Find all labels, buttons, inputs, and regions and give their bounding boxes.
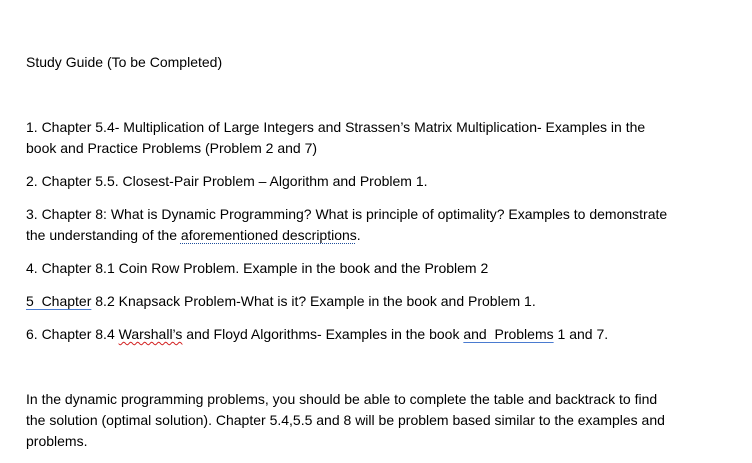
document-title: Study Guide (To be Completed) xyxy=(26,54,223,70)
list-item-3-line-2: the understanding of the aforementioned … xyxy=(26,225,736,246)
grammar-marked-text[interactable]: aforementioned descriptions xyxy=(181,227,357,243)
list-item-1-line-1: 1. Chapter 5.4- Multiplication of Large … xyxy=(26,119,646,135)
document-page: Study Guide (To be Completed) 1. Chapter… xyxy=(0,0,752,463)
spelling-marked-text[interactable]: Warshall’s xyxy=(119,326,183,342)
list-item-5: 5 Chapter 8.2 Knapsack Problem-What is i… xyxy=(26,291,736,312)
list-item-3-line-1: 3. Chapter 8: What is Dynamic Programmin… xyxy=(26,206,668,222)
list-item-2: 2. Chapter 5.5. Closest-Pair Problem – A… xyxy=(26,173,428,189)
list-item-4: 4. Chapter 8.1 Coin Row Problem. Example… xyxy=(26,260,489,276)
list-item-6-middle: and Floyd Algorithms- Examples in the bo… xyxy=(182,326,464,342)
closing-paragraph-line-2: the solution (optimal solution). Chapter… xyxy=(26,412,665,428)
list-item-6-prefix: 6. Chapter 8.4 xyxy=(26,326,119,342)
grammar-marked-text[interactable]: and Problems xyxy=(463,326,553,342)
list-item-1-line-2: book and Practice Problems (Problem 2 an… xyxy=(26,140,318,156)
closing-paragraph-line-1: In the dynamic programming problems, you… xyxy=(26,391,658,407)
list-item-5-rest: 8.2 Knapsack Problem-What is it? Example… xyxy=(91,293,536,309)
closing-paragraph-line-3: problems. xyxy=(26,433,88,449)
list-item-6-suffix: 1 and 7. xyxy=(553,326,609,342)
grammar-marked-text[interactable]: 5 Chapter xyxy=(26,293,91,309)
list-item-6: 6. Chapter 8.4 Warshall’s and Floyd Algo… xyxy=(26,324,736,345)
list-item-3-suffix: . xyxy=(356,227,361,243)
list-item-3-prefix: the understanding of the xyxy=(26,227,181,243)
